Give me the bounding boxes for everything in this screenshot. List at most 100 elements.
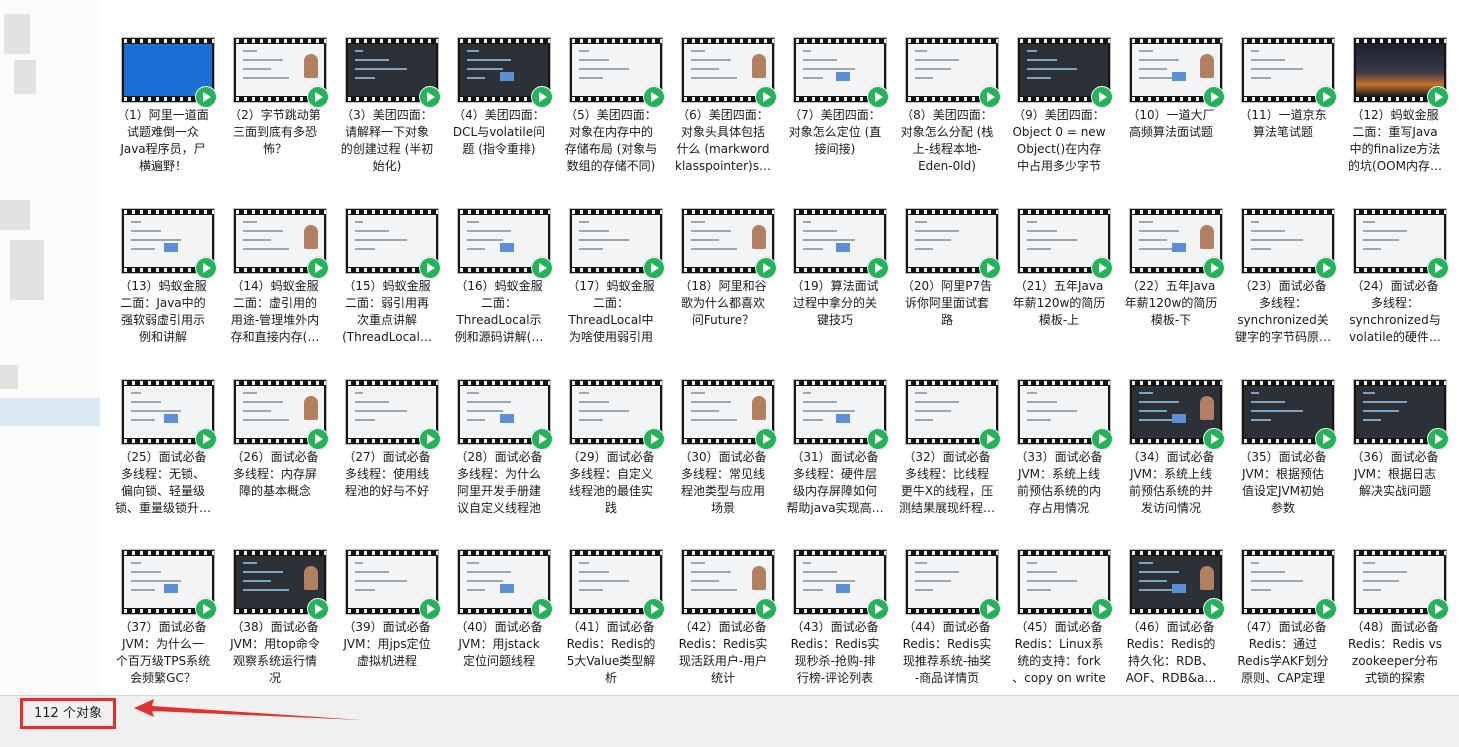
video-file-item[interactable]: （41）面试必备 Redis：Redis的 5大Value类型解 析 bbox=[555, 518, 667, 688]
video-file-item[interactable]: （24）面试必备 多线程： synchronized与 volatile的硬件… bbox=[1339, 177, 1451, 347]
video-file-item[interactable]: （13）蚂蚁金服 二面：Java中的 强软弱虚引用示 例和讲解 bbox=[107, 177, 219, 347]
video-thumbnail-icon[interactable] bbox=[121, 208, 217, 279]
video-thumbnail-icon[interactable] bbox=[345, 208, 441, 279]
video-file-item[interactable]: （11）一道京东 算法笔试题 bbox=[1227, 6, 1339, 176]
video-file-item[interactable]: （16）蚂蚁金服 二面： ThreadLocal示 例和源码讲解(… bbox=[443, 177, 555, 347]
video-thumbnail-icon[interactable] bbox=[793, 208, 889, 279]
video-thumbnail-icon[interactable] bbox=[1129, 379, 1225, 450]
video-file-item[interactable]: （26）面试必备 多线程：内存屏 障的基本概念 bbox=[219, 348, 331, 518]
video-thumbnail-icon[interactable] bbox=[569, 37, 665, 108]
video-thumbnail-icon[interactable] bbox=[457, 37, 553, 108]
video-file-item[interactable]: （10）一道大厂 高频算法面试题 bbox=[1115, 6, 1227, 176]
video-thumbnail-icon[interactable] bbox=[457, 208, 553, 279]
video-file-item[interactable]: （3）美团四面： 请解释一下对象 的创建过程 (半初 始化) bbox=[331, 6, 443, 176]
video-file-item[interactable]: （33）面试必备 JVM：系统上线 前预估系统的内 存占用情况 bbox=[1003, 348, 1115, 518]
video-file-item[interactable]: （34）面试必备 JVM：系统上线 前预估系统的并 发访问情况 bbox=[1115, 348, 1227, 518]
video-thumbnail-icon[interactable] bbox=[905, 208, 1001, 279]
video-thumbnail-icon[interactable] bbox=[1353, 37, 1449, 108]
video-thumbnail-icon[interactable] bbox=[233, 37, 329, 108]
video-file-item[interactable]: （28）面试必备 多线程：为什么 阿里开发手册建 议自定义线程池 bbox=[443, 348, 555, 518]
video-file-item[interactable]: （36）面试必备 JVM：根据日志 解决实战问题 bbox=[1339, 348, 1451, 518]
video-thumbnail-icon[interactable] bbox=[1353, 379, 1449, 450]
video-file-item[interactable]: （2）字节跳动第 三面到底有多恐 怖？ bbox=[219, 6, 331, 176]
video-file-item[interactable]: （44）面试必备 Redis：Redis实 现推荐系统-抽奖 -商品详情页 bbox=[891, 518, 1003, 688]
video-file-item[interactable]: （37）面试必备 JVM：为什么一 个百万级TPS系统 会频繁GC？ bbox=[107, 518, 219, 688]
file-grid[interactable]: （1）阿里一道面 试题难倒一众 Java程序员，尸 横遍野！ （2）字节跳动第 三… bbox=[107, 6, 1459, 695]
video-file-item[interactable]: （21）五年Java 年薪120w的简历 模板-上 bbox=[1003, 177, 1115, 347]
video-thumbnail-icon[interactable] bbox=[569, 549, 665, 620]
video-file-item[interactable]: （46）面试必备 Redis：Redis的 持久化：RDB、 AOF、RDB&a… bbox=[1115, 518, 1227, 688]
video-thumbnail-icon[interactable] bbox=[121, 379, 217, 450]
video-thumbnail-icon[interactable] bbox=[1017, 37, 1113, 108]
video-thumbnail-icon[interactable] bbox=[121, 549, 217, 620]
video-file-item[interactable]: （31）面试必备 多线程：硬件层 级内存屏障如何 帮助java实现高… bbox=[779, 348, 891, 518]
video-file-item[interactable]: （12）蚂蚁金服 二面：重写Java 中的finalize方法 的坑(OOM内存… bbox=[1339, 6, 1451, 176]
video-thumbnail-icon[interactable] bbox=[1353, 549, 1449, 620]
video-file-item[interactable]: （9）美团四面： Object 0 = new Object()在内存 中占用多… bbox=[1003, 6, 1115, 176]
video-thumbnail-icon[interactable] bbox=[1241, 379, 1337, 450]
video-thumbnail-icon[interactable] bbox=[121, 37, 217, 108]
video-thumbnail-icon[interactable] bbox=[1241, 37, 1337, 108]
video-thumbnail-icon[interactable] bbox=[345, 379, 441, 450]
video-file-item[interactable]: （14）蚂蚁金服 二面：虚引用的 用途-管理堆外内 存和直接内存(… bbox=[219, 177, 331, 347]
video-thumbnail-icon[interactable] bbox=[681, 549, 777, 620]
video-file-item[interactable]: （27）面试必备 多线程：使用线 程池的好与不好 bbox=[331, 348, 443, 518]
video-thumbnail-icon[interactable] bbox=[1241, 208, 1337, 279]
video-file-item[interactable]: （48）面试必备 Redis：Redis vs zookeeper分布 式锁的探… bbox=[1339, 518, 1451, 688]
video-thumbnail-icon[interactable] bbox=[793, 379, 889, 450]
video-file-item[interactable]: （45）面试必备 Redis：Linux系 统的支持：fork 、copy on… bbox=[1003, 518, 1115, 688]
video-thumbnail-icon[interactable] bbox=[457, 379, 553, 450]
thumbnail-text-line bbox=[1027, 419, 1051, 421]
video-thumbnail-icon[interactable] bbox=[345, 549, 441, 620]
video-thumbnail-icon[interactable] bbox=[1129, 208, 1225, 279]
video-file-item[interactable]: （5）美团四面： 对象在内存中的 存储布局 (对象与 数组的存储不同) bbox=[555, 6, 667, 176]
video-thumbnail-icon[interactable] bbox=[905, 37, 1001, 108]
video-thumbnail-icon[interactable] bbox=[1241, 549, 1337, 620]
video-file-item[interactable]: （35）面试必备 JVM：根据预估 值设定JVM初始 参数 bbox=[1227, 348, 1339, 518]
video-file-item[interactable]: （22）五年Java 年薪120w的简历 模板-下 bbox=[1115, 177, 1227, 347]
video-file-item[interactable]: （30）面试必备 多线程：常见线 程池类型与应用 场景 bbox=[667, 348, 779, 518]
video-thumbnail-icon[interactable] bbox=[681, 379, 777, 450]
video-thumbnail-icon[interactable] bbox=[905, 549, 1001, 620]
video-file-item[interactable]: （6）美团四面： 对象头具体包括 什么 (markword klasspoint… bbox=[667, 6, 779, 176]
video-thumbnail-icon[interactable] bbox=[681, 208, 777, 279]
video-file-item[interactable]: （4）美团四面： DCL与volatile问 题 (指令重排) bbox=[443, 6, 555, 176]
video-file-item[interactable]: （20）阿里P7告 诉你阿里面试套 路 bbox=[891, 177, 1003, 347]
video-thumbnail-icon[interactable] bbox=[233, 549, 329, 620]
video-file-item[interactable]: （18）阿里和谷 歌为什么都喜欢 问Future？ bbox=[667, 177, 779, 347]
video-thumbnail-icon[interactable] bbox=[1129, 549, 1225, 620]
video-file-item[interactable]: （32）面试必备 多线程：比线程 更牛X的线程，压 测结果展现纤程… bbox=[891, 348, 1003, 518]
video-file-item[interactable]: （38）面试必备 JVM：用top命令 观察系统运行情 况 bbox=[219, 518, 331, 688]
video-thumbnail-icon[interactable] bbox=[1017, 549, 1113, 620]
video-file-item[interactable]: （40）面试必备 JVM：用jstack 定位问题线程 bbox=[443, 518, 555, 688]
video-thumbnail-icon[interactable] bbox=[569, 208, 665, 279]
video-file-item[interactable]: （47）面试必备 Redis：通过 Redis学AKF划分 原则、CAP定理 bbox=[1227, 518, 1339, 688]
video-file-item[interactable]: （8）美团四面： 对象怎么分配 (栈 上-线程本地- Eden-0ld) bbox=[891, 6, 1003, 176]
video-thumbnail-icon[interactable] bbox=[793, 549, 889, 620]
video-file-item[interactable]: （17）蚂蚁金服 二面： ThreadLocal中 为啥使用弱引用 bbox=[555, 177, 667, 347]
video-thumbnail-icon[interactable] bbox=[1353, 208, 1449, 279]
navigation-pane[interactable] bbox=[0, 0, 100, 695]
video-file-item[interactable]: （29）面试必备 多线程：自定义 线程池的最佳实 践 bbox=[555, 348, 667, 518]
video-file-item[interactable]: （7）美团四面： 对象怎么定位 (直 接间接) bbox=[779, 6, 891, 176]
video-file-item[interactable]: （23）面试必备 多线程： synchronized关 键字的字节码原… bbox=[1227, 177, 1339, 347]
video-thumbnail-icon[interactable] bbox=[345, 37, 441, 108]
video-thumbnail-icon[interactable] bbox=[1129, 37, 1225, 108]
nav-item-selected[interactable] bbox=[0, 398, 100, 426]
video-file-item[interactable]: （25）面试必备 多线程：无锁、 偏向锁、轻量级 锁、重量级锁升… bbox=[107, 348, 219, 518]
video-thumbnail-icon[interactable] bbox=[1017, 379, 1113, 450]
video-file-item[interactable]: （39）面试必备 JVM：用jps定位 虚拟机进程 bbox=[331, 518, 443, 688]
video-thumbnail-icon[interactable] bbox=[457, 549, 553, 620]
video-thumbnail-icon[interactable] bbox=[569, 379, 665, 450]
video-thumbnail-icon[interactable] bbox=[905, 379, 1001, 450]
video-file-item[interactable]: （1）阿里一道面 试题难倒一众 Java程序员，尸 横遍野！ bbox=[107, 6, 219, 176]
video-file-item[interactable]: （15）蚂蚁金服 二面：弱引用再 次重点讲解 (ThreadLocal… bbox=[331, 177, 443, 347]
video-thumbnail-icon[interactable] bbox=[793, 37, 889, 108]
video-file-item[interactable]: （42）面试必备 Redis：Redis实 现活跃用户-用户 统计 bbox=[667, 518, 779, 688]
video-thumbnail-icon[interactable] bbox=[233, 208, 329, 279]
video-thumbnail-icon[interactable] bbox=[233, 379, 329, 450]
video-file-item[interactable]: （19）算法面试 过程中拿分的关 键技巧 bbox=[779, 177, 891, 347]
video-file-item[interactable]: （43）面试必备 Redis：Redis实 现秒杀-抢购-排 行榜-评论列表 bbox=[779, 518, 891, 688]
video-thumbnail-icon[interactable] bbox=[1017, 208, 1113, 279]
video-thumbnail-icon[interactable] bbox=[681, 37, 777, 108]
